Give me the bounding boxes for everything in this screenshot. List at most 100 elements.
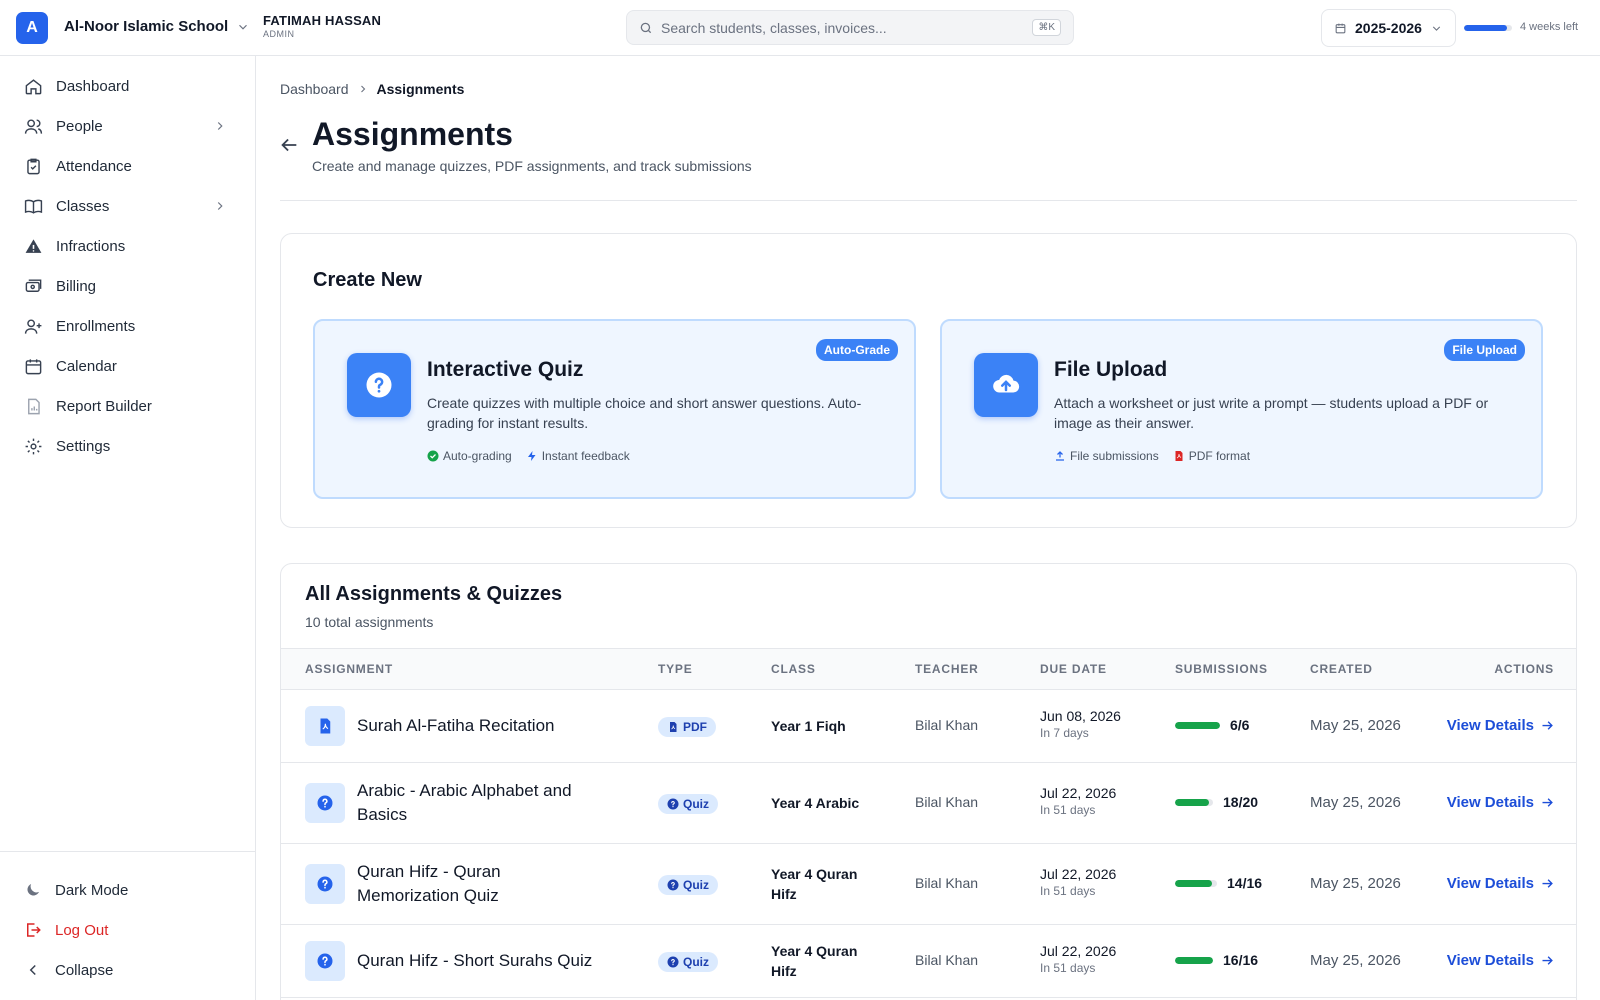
sidebar-item-label: Calendar [56,357,117,375]
upload-option-description: Attach a worksheet or just write a promp… [1054,395,1489,431]
chevron-down-icon [1432,25,1441,31]
user-name: FATIMAH HASSAN [263,13,382,28]
feature-label: Instant feedback [541,449,630,463]
view-details-link[interactable]: View Details [1447,717,1555,734]
page-title: Assignments [312,116,513,152]
sidebar-item-label: Dashboard [56,77,130,95]
due-date: Jul 22, 2026 In 51 days [1040,943,1116,975]
file-upload-badge: File Upload [1444,339,1525,361]
due-date-value: Jul 22, 2026 [1040,785,1117,801]
teacher-name: Bilal Khan [915,875,979,891]
view-details-link[interactable]: View Details [1447,794,1555,811]
table-header: ASSIGNMENT TYPE CLASS TEACHER DUE DATE S… [281,648,1576,690]
chevron-down-icon [239,24,248,30]
created-date: May 25, 2026 [1310,717,1401,734]
assignment-name[interactable]: Surah Al-Fatiha Recitation [357,714,617,738]
report-icon [28,398,40,414]
school-name: Al-Noor Islamic School [64,18,229,35]
sidebar-item-calendar[interactable]: Calendar [0,346,255,386]
calendar-icon [25,358,42,374]
sidebar-item-attendance[interactable]: Attendance [0,146,255,186]
teacher-name: Bilal Khan [915,794,979,810]
academic-year-value: 2025-2026 [1355,20,1422,36]
type-label: Quiz [683,878,709,892]
pdf-file-icon [320,718,331,734]
dark-mode-toggle[interactable]: Dark Mode [0,870,255,910]
class-name: Year 4 Quran Hifz [771,943,858,979]
assignment-name[interactable]: Quran Hifz - Short Surahs Quiz [357,949,657,973]
sidebar-item-people[interactable]: People [0,106,255,146]
create-new-title: Create New [313,269,422,291]
due-date-value: Jul 22, 2026 [1040,866,1117,882]
users-icon [24,118,43,134]
quiz-option-icon [347,353,411,417]
submissions-bar-fill [1175,721,1220,729]
main-content: Dashboard Assignments Assignments Create… [257,56,1600,1000]
sidebar-item-infractions[interactable]: Infractions [0,226,255,266]
due-date-value: Jul 22, 2026 [1040,943,1117,959]
view-details-link[interactable]: View Details [1447,875,1555,892]
table-row[interactable]: Quran Hifz - Quran Memorization Quiz Qui… [281,844,1576,925]
search-icon [640,22,652,33]
dark-mode-label: Dark Mode [55,881,129,899]
breadcrumb-dashboard[interactable]: Dashboard [280,81,349,97]
assignment-name[interactable]: Arabic - Arabic Alphabet and Basics [357,779,617,827]
school-switcher[interactable]: Al-Noor Islamic School [64,18,250,35]
sidebar-item-report-builder[interactable]: Report Builder [0,386,255,426]
due-date: Jun 08, 2026 In 7 days [1040,708,1121,740]
create-file-upload-option[interactable]: File Upload Attach a worksheet or just w… [940,319,1543,499]
submissions-bar [1175,798,1213,806]
term-progress-fill [1464,25,1508,31]
sidebar-item-classes[interactable]: Classes [0,186,255,226]
search-input[interactable] [661,19,1033,36]
column-header-actions: ACTIONS [1494,662,1554,676]
back-arrow-icon[interactable] [278,134,300,156]
view-details-link[interactable]: View Details [1447,952,1555,969]
sidebar-item-dashboard[interactable]: Dashboard [0,66,255,106]
sidebar-nav: Dashboard People Attendance Classes Infr… [0,66,255,466]
logout-icon [27,923,41,937]
logout-button[interactable]: Log Out [0,910,255,950]
assignment-name[interactable]: Quran Hifz - Quran Memorization Quiz [357,860,587,908]
table-row[interactable]: Arabic - Arabic Alphabet and Basics Quiz… [281,763,1576,844]
type-badge: PDF [658,717,716,737]
type-label: Quiz [683,797,709,811]
due-date: Jul 22, 2026 In 51 days [1040,785,1116,817]
global-search[interactable]: ⌘K [626,10,1074,45]
create-quiz-option[interactable]: Interactive Quiz Create quizzes with mul… [313,319,916,499]
class-name: Year 4 Quran Hifz [771,866,858,902]
academic-year-select[interactable]: 2025-2026 [1321,9,1456,47]
search-shortcut: ⌘K [1032,19,1061,36]
arrow-right-icon [1542,879,1553,888]
top-bar: A Al-Noor Islamic School FATIMAH HASSAN … [0,0,1600,56]
created-date: May 25, 2026 [1310,875,1401,892]
table-row[interactable]: Surah Al-Fatiha Recitation PDF Year 1 Fi… [281,690,1576,763]
sidebar-item-label: Enrollments [56,317,136,335]
sidebar-item-settings[interactable]: Settings [0,426,255,466]
table-row[interactable]: Quran Hifz - Short Surahs Quiz Quiz Year… [281,925,1576,998]
quiz-assignment-icon [305,783,345,823]
breadcrumb: Dashboard Assignments [280,81,464,97]
submissions-bar-fill [1175,879,1212,887]
type-label: Quiz [683,955,709,969]
collapse-label: Collapse [55,961,114,979]
sidebar-item-billing[interactable]: Billing [0,266,255,306]
feature-file-submissions: File submissions [1054,449,1159,463]
question-circle-icon [366,372,392,398]
term-remaining: 4 weeks left [1520,21,1579,33]
sidebar-item-enrollments[interactable]: Enrollments [0,306,255,346]
column-header-created: CREATED [1310,662,1373,676]
billing-icon [25,278,42,292]
chevron-right-icon [217,122,223,130]
submissions: 6/6 [1175,717,1249,733]
question-circle-icon [667,798,679,810]
quiz-option-title: Interactive Quiz [427,358,584,381]
collapse-sidebar-button[interactable]: Collapse [0,950,255,990]
question-circle-icon [317,795,333,811]
class-name: Year 4 Arabic [771,795,860,811]
submissions-bar [1175,879,1217,887]
clipboard-check-icon [27,158,40,174]
quiz-assignment-icon [305,864,345,904]
school-logo[interactable]: A [16,12,48,44]
column-header-due-date: DUE DATE [1040,662,1107,676]
